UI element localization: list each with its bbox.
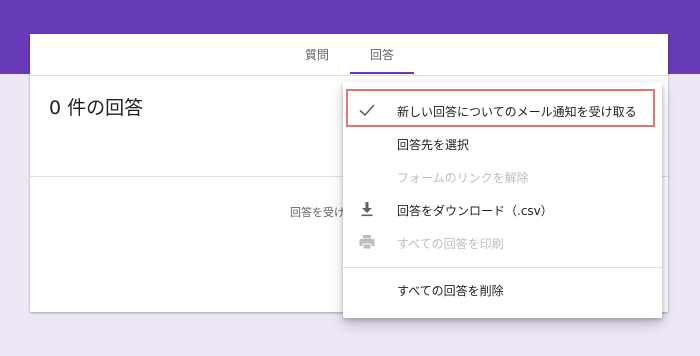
accepting-responses-status: 回答を受け付けていません — [290, 206, 350, 219]
menu-item-print-all: すべての回答を印刷 — [343, 227, 662, 257]
active-tab-indicator — [350, 72, 414, 74]
tab-bar: 質問 回答 — [30, 34, 668, 76]
responses-options-menu: 新しい回答についてのメール通知を受け取る 回答先を選択 フォームのリンクを解除 … — [343, 82, 662, 318]
menu-item-label: すべての回答を印刷 — [397, 237, 504, 251]
menu-item-select-destination[interactable]: 回答先を選択 — [343, 128, 662, 158]
menu-item-label: フォームのリンクを解除 — [397, 171, 529, 185]
menu-item-label: 回答をダウンロード（.csv） — [397, 204, 553, 218]
tab-questions[interactable]: 質問 — [305, 46, 329, 63]
download-icon — [357, 200, 377, 218]
menu-item-download-csv[interactable]: 回答をダウンロード（.csv） — [343, 194, 662, 224]
menu-item-delete-all[interactable]: すべての回答を削除 — [343, 274, 662, 304]
menu-divider — [343, 267, 662, 268]
print-icon — [357, 233, 377, 251]
response-count-title: 0 件の回答 — [49, 97, 144, 119]
menu-item-label: すべての回答を削除 — [397, 284, 504, 298]
tab-responses[interactable]: 回答 — [370, 46, 394, 63]
highlight-box — [346, 89, 655, 127]
menu-item-label: 回答先を選択 — [397, 138, 470, 152]
menu-item-unlink-form: フォームのリンクを解除 — [343, 161, 662, 191]
